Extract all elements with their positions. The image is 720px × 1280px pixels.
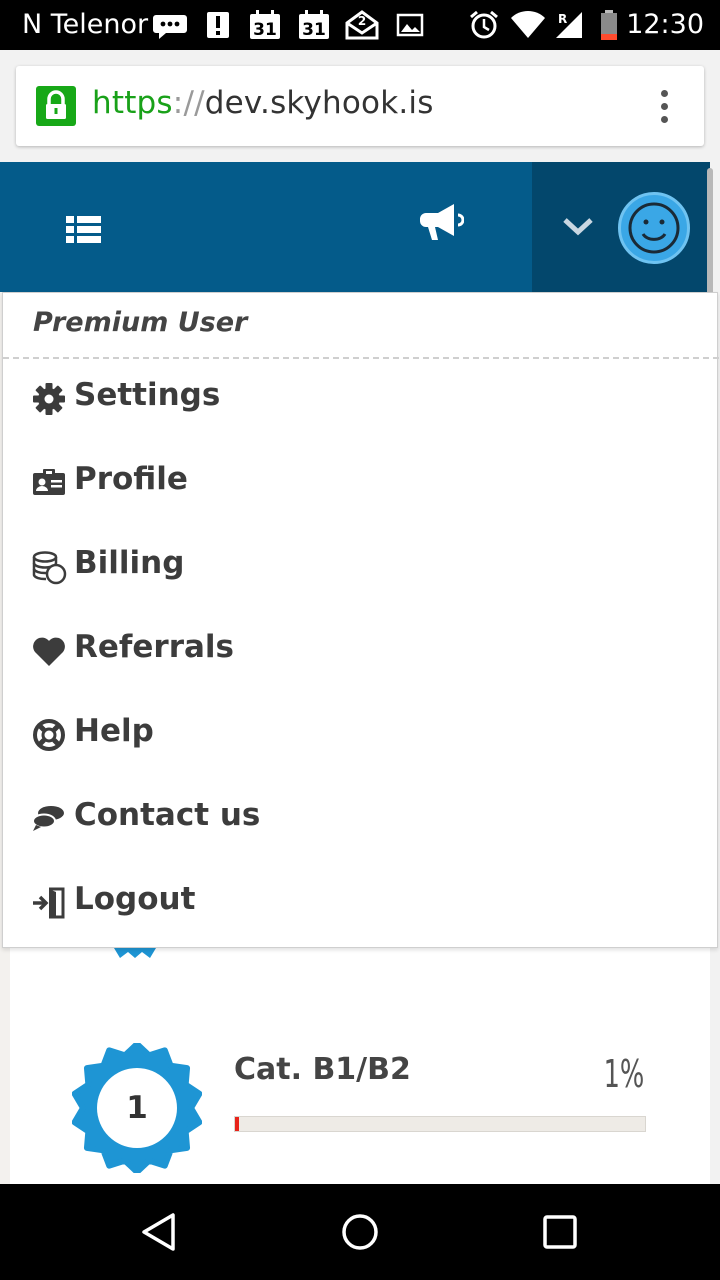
url-text: https://dev.skyhook.is [92, 85, 434, 121]
menu-item-label: Profile [74, 461, 188, 497]
avatar[interactable] [618, 192, 690, 264]
life-ring-icon [33, 719, 65, 751]
mail-icon: 2 [345, 10, 379, 40]
calendar-icon: 31 [250, 10, 280, 40]
list-icon[interactable] [66, 214, 102, 246]
menu-item-logout[interactable]: Logout [3, 865, 719, 949]
svg-text:31: 31 [302, 20, 326, 40]
alert-icon [207, 12, 229, 38]
home-icon[interactable] [336, 1208, 384, 1256]
category-progress-bar [234, 1116, 646, 1132]
menu-item-label: Logout [74, 881, 196, 917]
menu-item-label: Contact us [74, 797, 261, 833]
category-progress-fill [235, 1117, 240, 1131]
menu-item-referrals[interactable]: Referrals [3, 613, 719, 697]
url-host: dev.skyhook.is [204, 85, 434, 121]
chevron-down-icon [563, 218, 593, 236]
battery-icon [601, 10, 617, 40]
system-nav-bar [0, 1184, 720, 1280]
svg-text:R: R [558, 12, 567, 26]
browser-menu-icon[interactable] [654, 90, 674, 124]
menu-item-label: Help [74, 713, 154, 749]
badge-partial-icon [114, 948, 156, 958]
menu-divider [3, 357, 719, 359]
smiley-face-icon [628, 202, 680, 254]
user-tier-label: Premium User [33, 307, 248, 338]
alarm-icon [470, 10, 498, 39]
signal-icon: R [556, 12, 582, 38]
category-label: Cat. B1/B2 [234, 1052, 411, 1087]
id-card-icon [33, 469, 65, 495]
carrier-name: N Telenor [22, 9, 149, 40]
menu-item-label: Referrals [74, 629, 234, 665]
heart-icon [33, 637, 65, 666]
menu-item-profile[interactable]: Profile [3, 445, 719, 529]
level-number: 1 [126, 1090, 148, 1126]
browser-toolbar: https://dev.skyhook.is [0, 50, 720, 162]
chat-icon [32, 806, 64, 831]
menu-item-help[interactable]: Help [3, 697, 719, 781]
gear-icon [33, 383, 65, 415]
calendar-icon: 31 [299, 10, 329, 40]
menu-item-settings[interactable]: Settings [3, 361, 719, 445]
menu-item-label: Billing [74, 545, 185, 581]
back-icon[interactable] [136, 1208, 184, 1256]
menu-item-contact-us[interactable]: Contact us [3, 781, 719, 865]
category-percent: 1% [603, 1052, 644, 1096]
image-icon [396, 13, 424, 37]
message-icon [153, 15, 187, 39]
clock: 12:30 [626, 9, 704, 40]
recents-icon[interactable] [536, 1208, 584, 1256]
status-bar: N Telenor 31 31 2 R 12:30 [0, 0, 720, 50]
svg-text:31: 31 [253, 20, 277, 40]
menu-item-billing[interactable]: Billing [3, 529, 719, 613]
user-dropdown-menu: Premium User Settings Profile Billing Re… [2, 292, 719, 949]
sign-out-icon [33, 887, 65, 919]
address-bar[interactable]: https://dev.skyhook.is [16, 66, 704, 146]
app-header [0, 162, 710, 292]
url-scheme: https [92, 85, 173, 121]
svg-text:2: 2 [358, 14, 366, 28]
url-separator: :// [172, 85, 205, 121]
coins-icon [32, 551, 67, 585]
menu-item-label: Settings [74, 377, 221, 413]
lock-icon [36, 86, 76, 126]
wifi-icon [511, 10, 545, 38]
megaphone-icon[interactable] [418, 202, 464, 242]
screen: N Telenor 31 31 2 R 12:30 https://dev.sk… [0, 0, 720, 1280]
